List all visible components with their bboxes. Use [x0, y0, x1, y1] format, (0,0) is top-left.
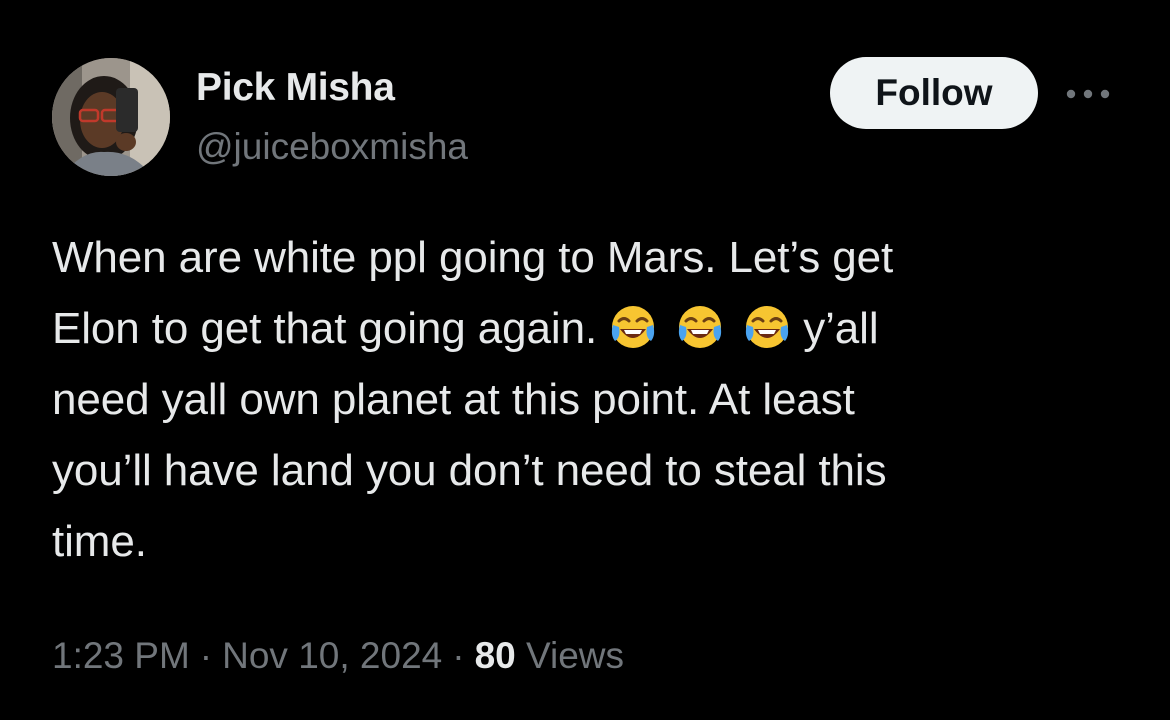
meta-separator: · — [199, 635, 213, 676]
tweet-text-segment: y’all — [803, 304, 879, 353]
tweet-text-line: you’ll have land you don’t need to steal… — [52, 446, 887, 495]
more-options-button[interactable] — [1062, 78, 1114, 110]
tweet-text-line: time. — [52, 517, 147, 566]
views-count[interactable]: 80 — [475, 635, 516, 676]
tweet-time[interactable]: 1:23 PM — [52, 635, 190, 676]
more-horizontal-icon — [1066, 89, 1110, 99]
author-handle[interactable]: @juiceboxmisha — [196, 124, 468, 170]
author-display-name[interactable]: Pick Misha — [196, 64, 395, 112]
face-with-tears-of-joy-icon — [612, 306, 655, 348]
face-with-tears-of-joy-icon — [746, 306, 789, 348]
tweet-meta: 1:23 PM · Nov 10, 2024 · 80 Views — [52, 632, 624, 680]
tweet-text-line: Elon to get that going again. y’all — [52, 293, 1112, 364]
meta-separator: · — [452, 635, 465, 676]
tweet-text: When are white ppl going to Mars. Let’s … — [52, 222, 1112, 577]
follow-button[interactable]: Follow — [830, 57, 1038, 129]
face-with-tears-of-joy-icon — [679, 306, 722, 348]
tweet-date[interactable]: Nov 10, 2024 — [222, 635, 442, 676]
tweet-text-line: When are white ppl going to Mars. Let’s … — [52, 233, 894, 282]
avatar[interactable] — [52, 58, 170, 176]
avatar-photo — [52, 58, 170, 176]
tweet-card: Pick Misha @juiceboxmisha Follow When ar… — [0, 0, 1170, 720]
tweet-text-segment: Elon to get that going again. — [52, 304, 598, 353]
views-label[interactable]: Views — [526, 635, 624, 676]
tweet-text-line: need yall own planet at this point. At l… — [52, 375, 855, 424]
